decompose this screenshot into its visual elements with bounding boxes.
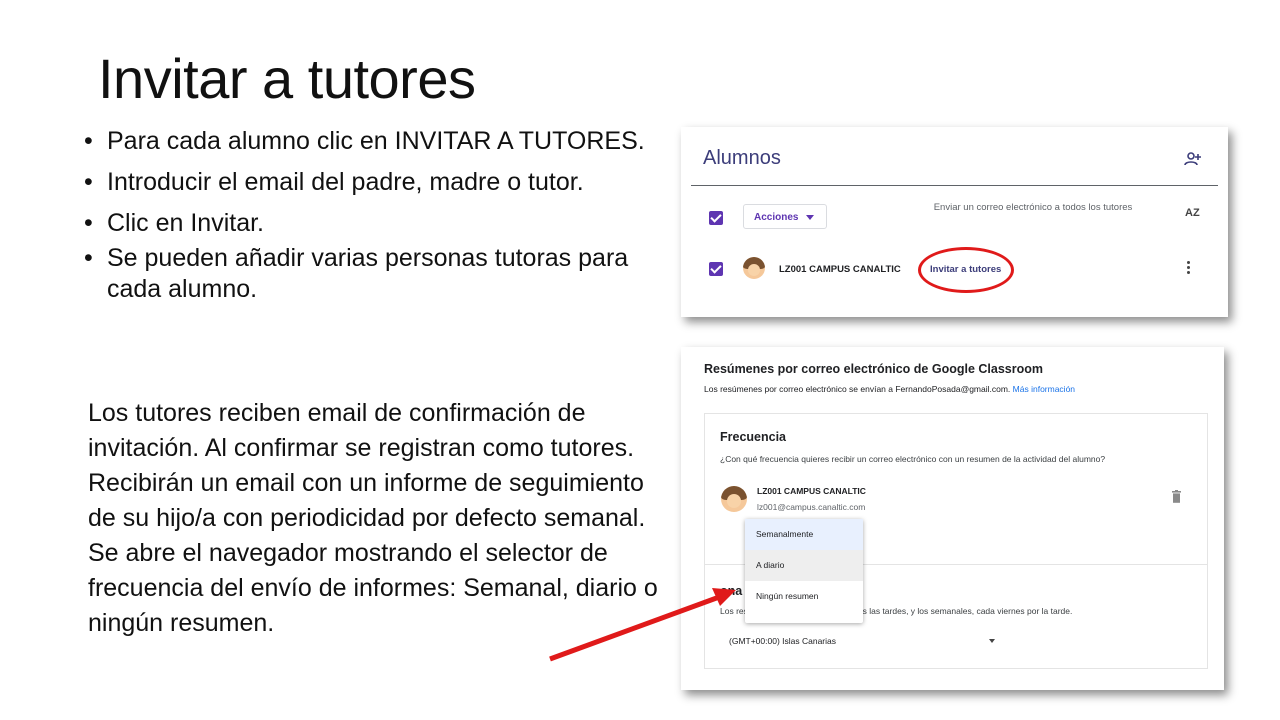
- avatar: [721, 486, 747, 512]
- resumenes-subtitle: Los resúmenes por correo electrónico se …: [704, 384, 1076, 394]
- select-all-checkbox[interactable]: [709, 211, 723, 225]
- highlight-circle: [918, 247, 1014, 293]
- timezone-select[interactable]: (GMT+00:00) Islas Canarias: [729, 636, 995, 646]
- student-name: LZ001 CAMPUS CANALTIC: [757, 486, 866, 496]
- menu-option-a-diario[interactable]: A diario: [745, 550, 863, 581]
- actions-dropdown[interactable]: Acciones: [743, 204, 827, 229]
- student-name: LZ001 CAMPUS CANALTIC: [779, 264, 901, 275]
- student-email: lz001@campus.canaltic.com: [757, 502, 866, 512]
- slide-title: Invitar a tutores: [98, 47, 476, 110]
- chevron-down-icon: [989, 639, 995, 643]
- bullet-item: • Introducir el email del padre, madre o …: [84, 168, 584, 196]
- alumnos-title: Alumnos: [703, 147, 781, 169]
- student-checkbox[interactable]: [709, 262, 723, 276]
- frequency-menu: Semanalmente A diario Ningún resumen: [745, 519, 863, 623]
- paragraph-line: Se abre el navegador mostrando el select…: [88, 539, 658, 637]
- paragraph-line: Los tutores reciben email de confirmació…: [88, 399, 646, 532]
- frequency-question: ¿Con qué frecuencia quieres recibir un c…: [720, 454, 1106, 464]
- bullet-item: • Clic en Invitar.: [84, 209, 265, 237]
- resumenes-title: Resúmenes por correo electrónico de Goog…: [704, 362, 1043, 376]
- alumnos-screenshot: Alumnos Acciones Enviar un correo electr…: [681, 127, 1228, 317]
- bullet-list: • Para cada alumno clic en INVITAR A TUTO…: [84, 126, 674, 315]
- frequency-heading: Frecuencia: [720, 430, 787, 444]
- resumenes-screenshot: Resúmenes por correo electrónico de Goog…: [681, 347, 1224, 690]
- header-divider: [691, 185, 1218, 186]
- bullet-item: • Se pueden añadir varias personas tutora…: [84, 244, 629, 303]
- more-info-link[interactable]: Más información: [1013, 384, 1075, 394]
- trash-icon[interactable]: [1171, 490, 1182, 503]
- sort-az-icon[interactable]: AZ: [1185, 207, 1200, 219]
- menu-option-semanalmente[interactable]: Semanalmente: [745, 519, 863, 550]
- menu-option-ningun-resumen[interactable]: Ningún resumen: [745, 581, 863, 612]
- email-all-tutors-link[interactable]: Enviar un correo electrónico a todos los…: [933, 195, 1133, 220]
- bullet-item: • Para cada alumno clic en INVITAR A TUTO…: [84, 127, 645, 155]
- avatar: [743, 257, 765, 279]
- explanation-paragraph: Los tutores reciben email de confirmació…: [88, 396, 678, 641]
- timezone-heading: ona: [720, 584, 743, 598]
- chevron-down-icon: [806, 215, 814, 220]
- person-add-icon[interactable]: [1184, 151, 1202, 167]
- more-vert-icon[interactable]: [1187, 261, 1191, 276]
